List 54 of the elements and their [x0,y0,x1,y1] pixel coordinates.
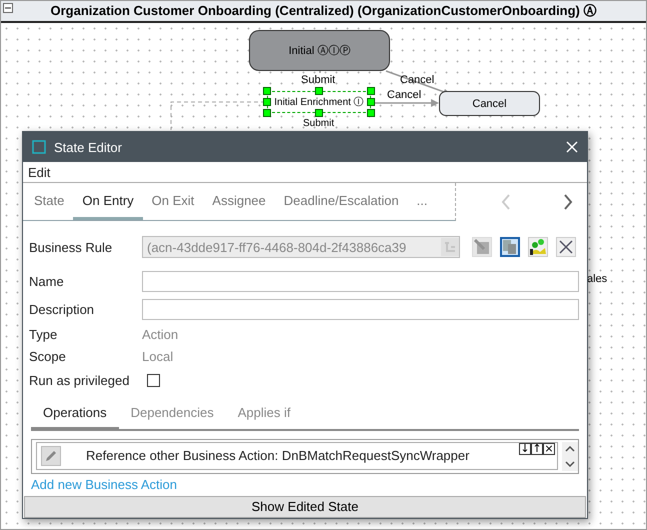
row-control[interactable]: × [543,442,555,455]
tab[interactable]: State [25,183,74,220]
window-icon [32,140,46,154]
scroll-up-icon[interactable] [565,446,575,452]
field-label: Type [29,326,58,342]
resize-handle[interactable] [315,87,323,95]
collapse-icon[interactable] [3,3,13,13]
tab[interactable]: On Entry [73,183,143,220]
scroll-down-icon[interactable] [565,460,575,466]
transition-label: Submit [301,74,336,86]
tab[interactable]: Deadline/Escalation [274,183,408,220]
diagram-title: Organization Customer Onboarding (Centralized) (OrganizationCustomerOnboarding) Ⓐ [50,2,596,20]
remove-button[interactable] [556,237,576,257]
pencil-icon [474,239,490,255]
dialog-title: State Editor [54,140,123,154]
tab[interactable]: Operations [31,399,119,431]
operation-text: Reference other Business Action: DnBMatchRequestSyncWrapper [86,448,470,464]
documents-icon [502,239,518,255]
field-label: Run as privileged [29,372,130,388]
transition-label: Cancel [387,89,422,101]
transition-label: Cancel [400,74,434,86]
field-value: Local [142,348,174,364]
connector-line [319,71,321,73]
field-label: Name [29,274,65,288]
node-label: ales [587,273,608,285]
transition-label: Submit [303,118,334,129]
show-edited-state-button[interactable]: Show Edited State [24,496,586,518]
close-icon [559,240,573,254]
operation-row[interactable]: Reference other Business Action: DnBMatchRequestSyncWrapper ↓ ↑ × [36,442,558,470]
text-field[interactable] [142,270,579,292]
tab[interactable]: On Exit [142,183,204,220]
copy-button[interactable] [500,237,520,257]
state-node[interactable]: Initial Enrichment Ⓘ [267,91,371,113]
resize-handle[interactable] [315,109,323,117]
state-node[interactable]: Initial ⒶⒾⓅ [249,30,390,71]
chevron-right-icon[interactable] [563,193,573,211]
close-icon[interactable] [566,141,578,153]
tab[interactable]: ... [408,183,437,220]
checkbox[interactable] [147,374,160,386]
connector-arrow [373,99,439,107]
pencil-icon [44,448,58,463]
menu-item[interactable]: Edit [28,164,50,180]
text-field[interactable] [142,298,579,320]
tab[interactable]: Applies if [226,399,302,431]
tab[interactable]: Assignee [203,183,275,220]
field-value: Action [142,326,178,342]
field-label: Description [29,302,96,316]
row-control[interactable]: ↑ [531,442,543,455]
tab[interactable]: Dependencies [118,399,226,431]
field-label: Business Rule [29,240,114,254]
state-node[interactable]: Cancel [439,91,540,116]
field-label: Scope [29,348,67,364]
row-control[interactable]: ↓ [519,442,531,455]
edit-button[interactable] [41,446,61,466]
